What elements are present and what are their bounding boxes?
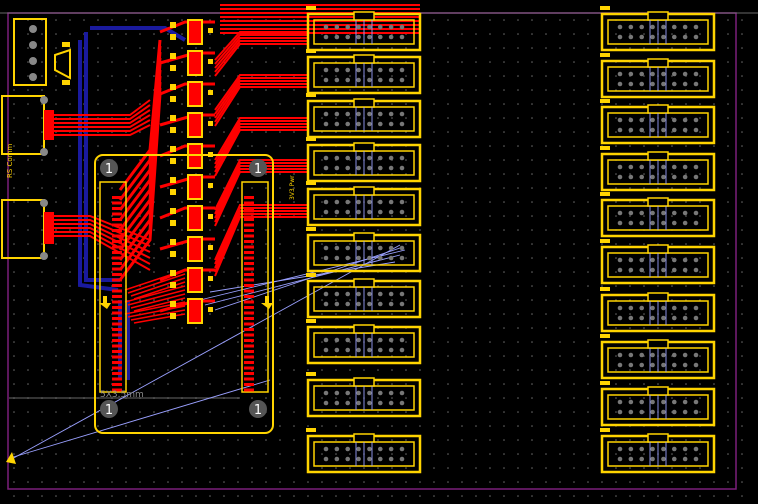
svg-text:1: 1 [105, 162, 113, 177]
pcb-board[interactable]: RS Comm 1 1 1 1 5X3.5mm 3V3 Pwr [0, 0, 758, 504]
pin1-marker-tl: 1 [100, 159, 118, 177]
svg-text:1: 1 [105, 403, 113, 418]
pin1-marker-br: 1 [249, 400, 267, 418]
module-size-label: 5X3.5mm [100, 390, 144, 400]
pin1-marker-bl: 1 [100, 400, 118, 418]
pin1-marker-tr: 1 [249, 159, 267, 177]
pcb-canvas[interactable]: RS Comm 1 1 1 1 5X3.5mm 3V3 Pwr [0, 0, 758, 504]
svg-text:1: 1 [254, 162, 262, 177]
power-side-label: 3V3 Pwr [289, 175, 296, 200]
svg-text:1: 1 [254, 403, 262, 418]
rs-comm-label: RS Comm [6, 143, 14, 178]
